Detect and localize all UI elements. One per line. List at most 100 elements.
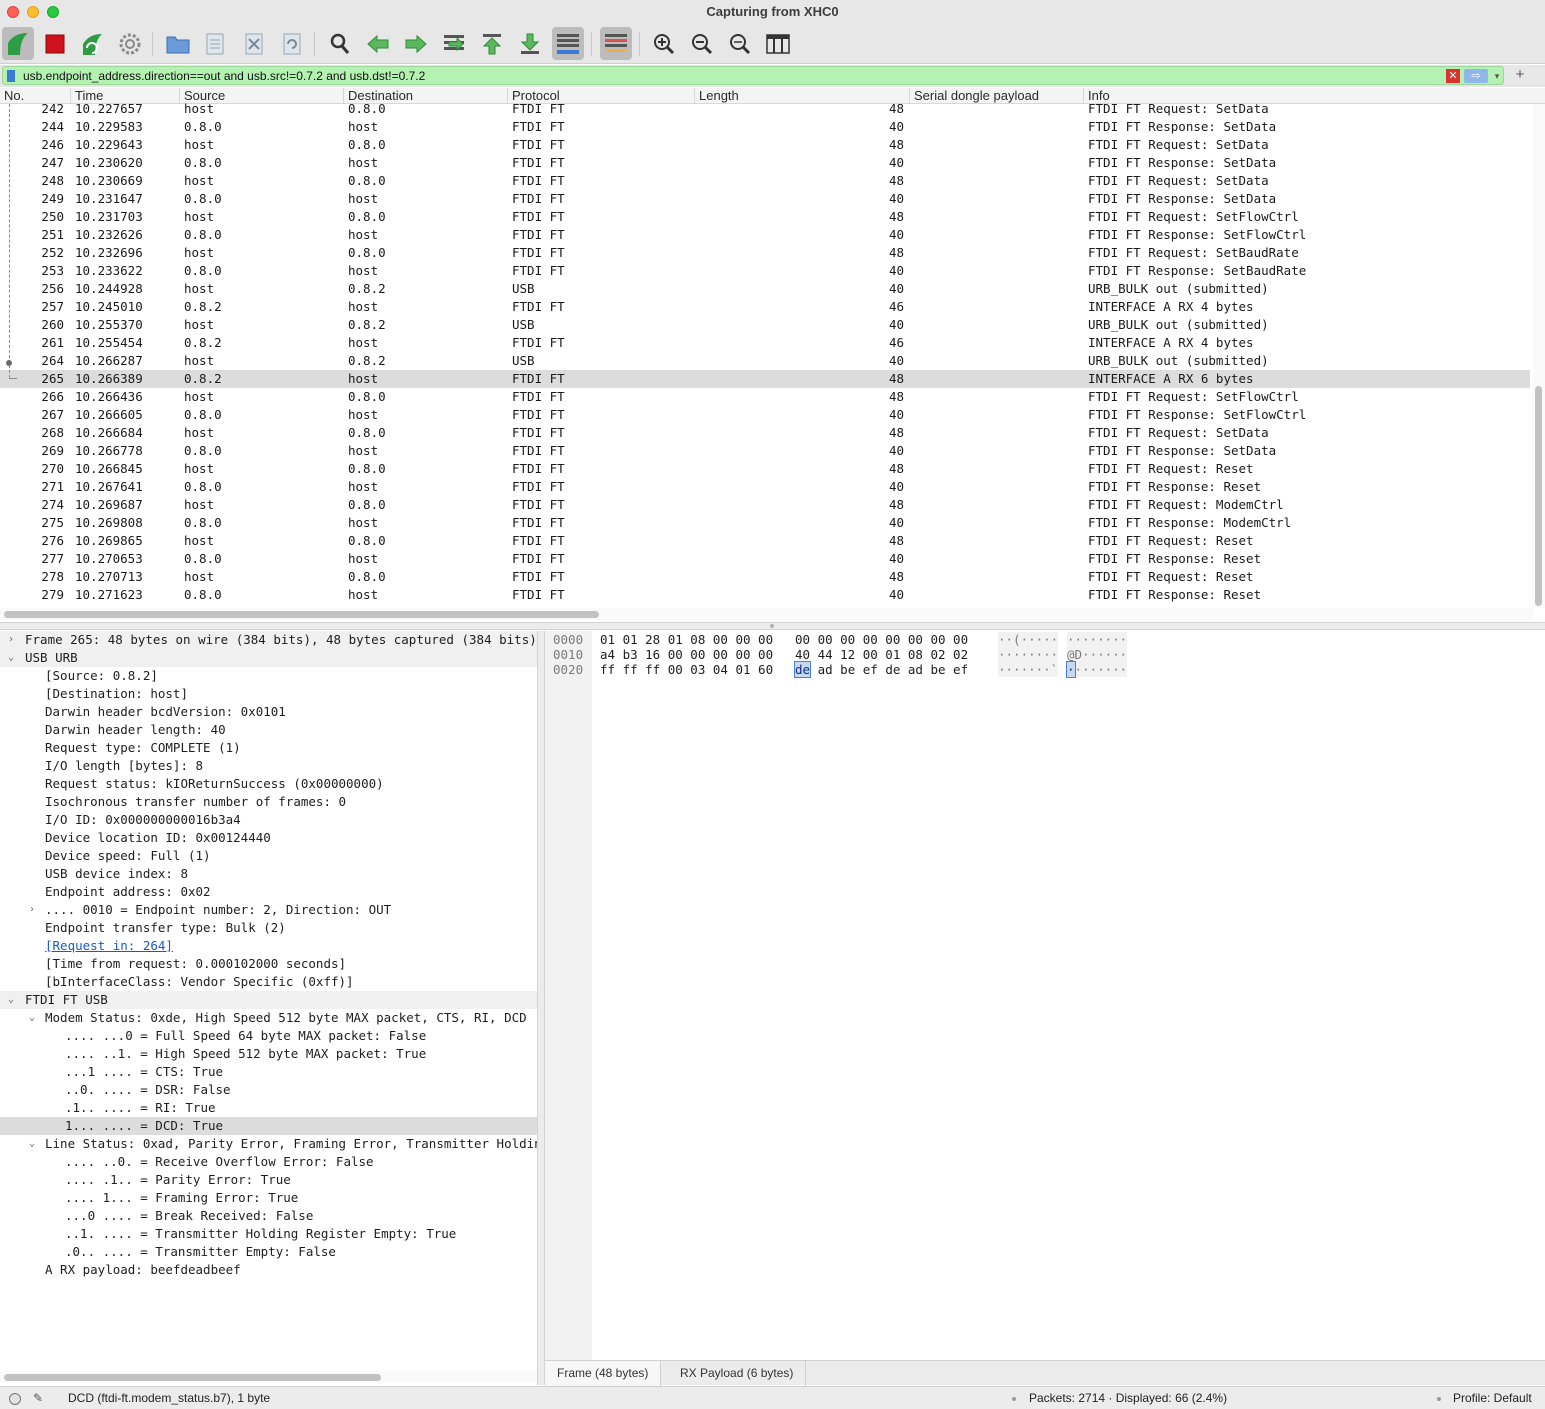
packet-details-tree[interactable]: › Frame 265: 48 bytes on wire (384 bits),… bbox=[0, 631, 537, 1385]
details-field-row[interactable]: [Time from request: 0.000102000 seconds] bbox=[0, 955, 537, 973]
details-field-row[interactable]: .1.. .... = RI: True bbox=[0, 1099, 537, 1117]
selected-ascii-byte[interactable]: · bbox=[1066, 661, 1076, 678]
packet-row[interactable]: 253 10.233622 0.8.0 host FTDI FT 40 FTDI FT Re… bbox=[0, 262, 1530, 280]
details-field-row[interactable]: 1... .... = DCD: True bbox=[0, 1117, 537, 1135]
details-field-row[interactable]: Endpoint address: 0x02 bbox=[0, 883, 537, 901]
stop-capture-button[interactable] bbox=[39, 27, 71, 60]
normal-size-button[interactable] bbox=[724, 27, 756, 60]
packet-row[interactable]: 269 10.266778 0.8.0 host FTDI FT 40 FTDI FT Re… bbox=[0, 442, 1530, 460]
details-field-row[interactable]: .... 1... = Framing Error: True bbox=[0, 1189, 537, 1207]
window-minimize-button[interactable] bbox=[27, 6, 39, 18]
collapse-arrow-icon[interactable]: ⌄ bbox=[26, 1135, 38, 1153]
details-section-row[interactable]: ⌄ FTDI FT USB bbox=[0, 991, 537, 1009]
details-field-row[interactable]: .... .1.. = Parity Error: True bbox=[0, 1171, 537, 1189]
details-field-row[interactable]: [Destination: host] bbox=[0, 685, 537, 703]
details-field-row[interactable]: A RX payload: beefdeadbeef bbox=[0, 1261, 537, 1279]
details-section-row[interactable]: ⌄ USB URB bbox=[0, 649, 537, 667]
details-field-row[interactable]: Device speed: Full (1) bbox=[0, 847, 537, 865]
packet-row[interactable]: 246 10.229643 host 0.8.0 FTDI FT 48 FTDI FT Re… bbox=[0, 136, 1530, 154]
ascii-bytes-group-2[interactable]: ········ bbox=[1067, 632, 1128, 647]
details-field-row[interactable]: › .... 0010 = Endpoint number: 2, Directi… bbox=[0, 901, 537, 919]
details-section-row[interactable]: › Frame 265: 48 bytes on wire (384 bits),… bbox=[0, 631, 537, 649]
tab-frame-bytes[interactable]: Frame (48 bytes) bbox=[545, 1361, 662, 1386]
packet-row[interactable]: 274 10.269687 host 0.8.0 FTDI FT 48 FTDI FT Re… bbox=[0, 496, 1530, 514]
request-in-link[interactable]: [Request in: 264] bbox=[45, 937, 173, 955]
packet-row[interactable]: 271 10.267641 0.8.0 host FTDI FT 40 FTDI FT Re… bbox=[0, 478, 1530, 496]
ascii-bytes-group-2[interactable]: @D······ bbox=[1067, 647, 1128, 662]
expert-info-icon[interactable] bbox=[9, 1393, 21, 1405]
details-field-row[interactable]: ⌄ Line Status: 0xad, Parity Error, Framin… bbox=[0, 1135, 537, 1153]
packet-row[interactable]: 257 10.245010 0.8.2 host FTDI FT 46 INTERFACE … bbox=[0, 298, 1530, 316]
pane-splitter-vertical[interactable] bbox=[537, 631, 545, 1385]
bookmark-icon[interactable] bbox=[7, 70, 15, 82]
open-file-button[interactable] bbox=[162, 27, 194, 60]
collapse-arrow-icon[interactable]: ⌄ bbox=[5, 991, 17, 1009]
packet-row[interactable]: 248 10.230669 host 0.8.0 FTDI FT 48 FTDI FT Re… bbox=[0, 172, 1530, 190]
go-to-packet-button[interactable] bbox=[438, 27, 470, 60]
packet-row[interactable]: 256 10.244928 host 0.8.2 USB 40 URB_BULK out (… bbox=[0, 280, 1530, 298]
packet-bytes-pane[interactable]: 0000 01 01 28 01 08 00 00 00 00 00 00 00 0… bbox=[545, 631, 1545, 1360]
filter-history-dropdown-icon[interactable]: ▾ bbox=[1491, 69, 1503, 83]
ascii-bytes-group-1[interactable]: ··(····· bbox=[998, 632, 1059, 647]
window-close-button[interactable] bbox=[7, 6, 19, 18]
restart-capture-button[interactable] bbox=[76, 27, 108, 60]
details-field-row[interactable]: .... ..1. = High Speed 512 byte MAX pack… bbox=[0, 1045, 537, 1063]
details-field-row[interactable]: .0.. .... = Transmitter Empty: False bbox=[0, 1243, 537, 1261]
collapse-arrow-icon[interactable]: ⌄ bbox=[26, 1009, 38, 1027]
packet-row[interactable]: 279 10.271623 0.8.0 host FTDI FT 40 FTDI FT Re… bbox=[0, 586, 1530, 604]
details-field-row[interactable]: [bInterfaceClass: Vendor Specific (0xff)… bbox=[0, 973, 537, 991]
packet-list-vertical-scrollbar[interactable] bbox=[1533, 104, 1545, 608]
details-field-row[interactable]: ⌄ Modem Status: 0xde, High Speed 512 byte… bbox=[0, 1009, 537, 1027]
details-field-row[interactable]: Request status: kIOReturnSuccess (0x0000… bbox=[0, 775, 537, 793]
scrollbar-thumb[interactable] bbox=[1535, 386, 1542, 606]
capture-options-button[interactable] bbox=[114, 27, 146, 60]
selected-hex-byte[interactable]: de bbox=[793, 661, 812, 678]
packet-row[interactable]: 249 10.231647 0.8.0 host FTDI FT 40 FTDI FT Re… bbox=[0, 190, 1530, 208]
details-field-row[interactable]: I/O ID: 0x000000000016b3a4 bbox=[0, 811, 537, 829]
details-horizontal-scrollbar[interactable] bbox=[0, 1371, 537, 1383]
close-file-button[interactable] bbox=[238, 27, 270, 60]
first-packet-button[interactable] bbox=[476, 27, 508, 60]
tab-rx-payload[interactable]: RX Payload (6 bytes) bbox=[668, 1361, 807, 1386]
packet-row[interactable]: 247 10.230620 0.8.0 host FTDI FT 40 FTDI FT Re… bbox=[0, 154, 1530, 172]
details-field-row[interactable]: Isochronous transfer number of frames: 0 bbox=[0, 793, 537, 811]
packet-row[interactable]: 276 10.269865 host 0.8.0 FTDI FT 48 FTDI FT Re… bbox=[0, 532, 1530, 550]
find-packet-button[interactable] bbox=[324, 27, 356, 60]
packet-row[interactable]: 277 10.270653 0.8.0 host FTDI FT 40 FTDI FT Re… bbox=[0, 550, 1530, 568]
save-file-button[interactable] bbox=[199, 27, 231, 60]
hex-bytes-group-2[interactable]: 00 00 00 00 00 00 00 00 bbox=[795, 632, 968, 647]
packet-row[interactable]: 261 10.255454 0.8.2 host FTDI FT 46 INTERFACE … bbox=[0, 334, 1530, 352]
add-filter-button[interactable]: + bbox=[1512, 65, 1528, 85]
hex-bytes-group-2[interactable]: de ad be ef de ad be ef bbox=[793, 661, 968, 678]
go-forward-button[interactable] bbox=[400, 27, 432, 60]
details-field-row[interactable]: Device location ID: 0x00124440 bbox=[0, 829, 537, 847]
ascii-bytes-group-2[interactable]: ········ bbox=[1066, 661, 1128, 678]
packet-row[interactable]: 260 10.255370 host 0.8.2 USB 40 URB_BULK out (… bbox=[0, 316, 1530, 334]
packet-row[interactable]: 250 10.231703 host 0.8.0 FTDI FT 48 FTDI FT Re… bbox=[0, 208, 1530, 226]
details-field-row[interactable]: .... ..0. = Receive Overflow Error: Fals… bbox=[0, 1153, 537, 1171]
expand-arrow-icon[interactable]: › bbox=[5, 631, 17, 649]
details-field-row[interactable]: [Source: 0.8.2] bbox=[0, 667, 537, 685]
colorize-button[interactable] bbox=[600, 27, 632, 60]
packet-row[interactable]: 275 10.269808 0.8.0 host FTDI FT 40 FTDI FT Re… bbox=[0, 514, 1530, 532]
go-back-button[interactable] bbox=[362, 27, 394, 60]
packet-row[interactable]: 270 10.266845 host 0.8.0 FTDI FT 48 FTDI FT Re… bbox=[0, 460, 1530, 478]
packet-row[interactable]: 242 10.227657 host 0.8.0 FTDI FT 48 FTDI FT Re… bbox=[0, 100, 1530, 118]
collapse-arrow-icon[interactable]: ⌄ bbox=[5, 649, 17, 667]
packet-row[interactable]: 278 10.270713 host 0.8.0 FTDI FT 48 FTDI FT Re… bbox=[0, 568, 1530, 586]
details-field-row[interactable]: ...0 .... = Break Received: False bbox=[0, 1207, 537, 1225]
hex-bytes-group-1[interactable]: a4 b3 16 00 00 00 00 00 bbox=[600, 647, 773, 662]
details-field-row[interactable]: I/O length [bytes]: 8 bbox=[0, 757, 537, 775]
details-field-row[interactable]: Darwin header bcdVersion: 0x0101 bbox=[0, 703, 537, 721]
packet-row[interactable]: 264 10.266287 host 0.8.2 USB 40 URB_BULK out (… bbox=[0, 352, 1530, 370]
details-field-row[interactable]: Request type: COMPLETE (1) bbox=[0, 739, 537, 757]
resize-columns-button[interactable] bbox=[762, 27, 794, 60]
details-field-row[interactable]: Endpoint transfer type: Bulk (2) bbox=[0, 919, 537, 937]
window-zoom-button[interactable] bbox=[47, 6, 59, 18]
details-field-row[interactable]: ..1. .... = Transmitter Holding Register… bbox=[0, 1225, 537, 1243]
scrollbar-thumb[interactable] bbox=[4, 611, 599, 618]
packet-row[interactable]: 266 10.266436 host 0.8.0 FTDI FT 48 FTDI FT Re… bbox=[0, 388, 1530, 406]
apply-filter-icon[interactable]: ⇨ bbox=[1464, 69, 1488, 83]
hex-bytes-group-1[interactable]: ff ff ff 00 03 04 01 60 bbox=[600, 662, 773, 677]
ascii-bytes-group-1[interactable]: ·······` bbox=[998, 662, 1059, 677]
